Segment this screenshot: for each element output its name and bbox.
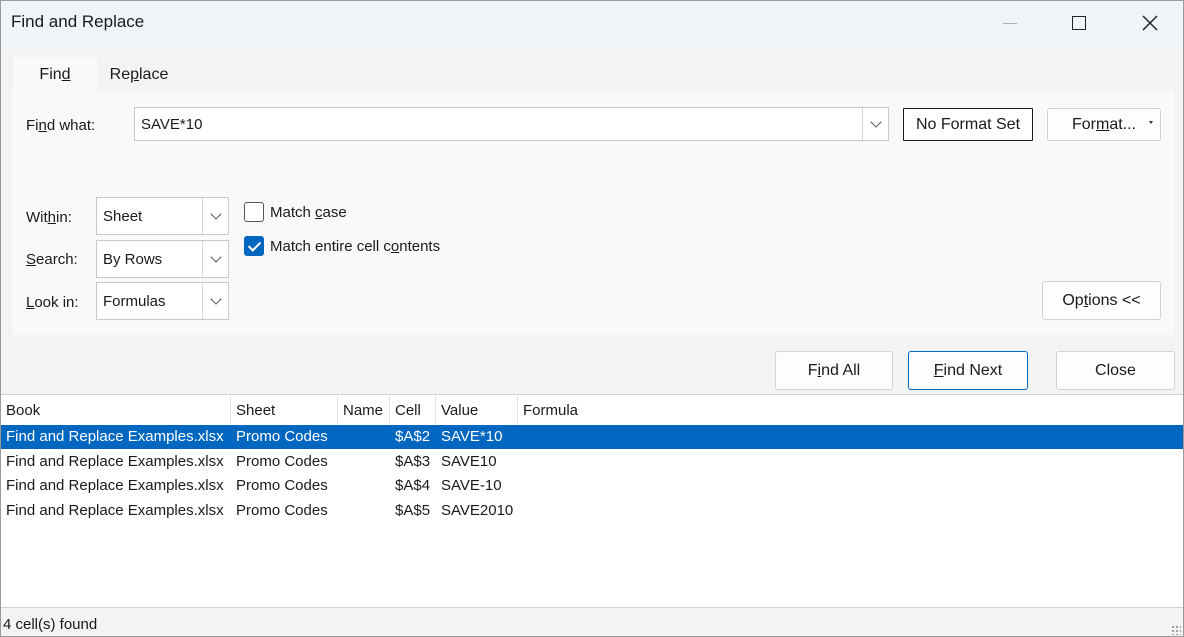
chevron-down-icon — [209, 208, 222, 220]
within-select[interactable]: Sheet — [96, 197, 229, 235]
look-in-dropdown[interactable] — [202, 283, 228, 319]
resize-grip-icon[interactable] — [1171, 625, 1181, 635]
table-row[interactable]: Find and Replace Examples.xlsx Promo Cod… — [1, 450, 1183, 474]
table-row[interactable]: Find and Replace Examples.xlsx Promo Cod… — [1, 499, 1183, 523]
minimize-icon — [1003, 22, 1017, 24]
match-entire-cell-label[interactable]: Match entire cell contents — [270, 238, 440, 255]
results-list[interactable]: Book Sheet Name Cell Value Formula Find … — [1, 394, 1183, 608]
column-header-value[interactable]: Value — [436, 395, 518, 425]
close-icon — [1142, 15, 1158, 31]
split-arrow-icon[interactable] — [1149, 121, 1153, 124]
look-in-label: Look in: — [26, 294, 79, 311]
no-format-set-button[interactable]: No Format Set — [903, 108, 1033, 141]
status-bar: 4 cell(s) found — [1, 607, 1183, 636]
cell-book: Find and Replace Examples.xlsx — [6, 453, 224, 470]
cell-address: $A$4 — [395, 477, 431, 494]
column-header-formula[interactable]: Formula — [518, 395, 638, 425]
tab-find[interactable]: Find — [13, 57, 97, 91]
cell-address: $A$5 — [395, 502, 431, 519]
status-text: 4 cell(s) found — [3, 616, 98, 633]
cell-value: SAVE-10 — [441, 477, 502, 494]
close-button[interactable]: Close — [1056, 351, 1175, 390]
chevron-down-icon — [209, 293, 222, 305]
find-what-label: Find what: — [26, 117, 96, 134]
find-all-button[interactable]: Fi nd All — [775, 351, 893, 390]
find-replace-dialog: Find and Replace Find Replace Find what:… — [0, 0, 1184, 637]
cell-sheet: Promo Codes — [236, 428, 328, 445]
table-row[interactable]: Find and Replace Examples.xlsx Promo Cod… — [1, 425, 1183, 449]
cell-book: Find and Replace Examples.xlsx — [6, 428, 224, 445]
cell-value: SAVE10 — [441, 453, 497, 470]
options-toggle-button[interactable]: Op t ions << — [1042, 281, 1161, 320]
search-dropdown[interactable] — [202, 241, 228, 277]
find-history-dropdown[interactable] — [862, 108, 888, 140]
search-label: Search: — [26, 251, 78, 268]
cell-address: $A$2 — [395, 428, 431, 445]
column-header-name[interactable]: Name — [338, 395, 390, 425]
format-button[interactable]: For m at... — [1047, 108, 1161, 141]
window-title: Find and Replace — [11, 12, 145, 31]
cell-value: SAVE*10 — [441, 428, 503, 445]
column-header-cell[interactable]: Cell — [390, 395, 436, 425]
find-next-button[interactable]: Find Next — [908, 351, 1028, 390]
table-row[interactable]: Find and Replace Examples.xlsx Promo Cod… — [1, 474, 1183, 498]
cell-value: SAVE2010 — [441, 502, 514, 519]
match-entire-cell-checkbox[interactable] — [244, 236, 264, 256]
column-header-sheet[interactable]: Sheet — [231, 395, 338, 425]
maximize-icon — [1072, 16, 1086, 30]
cell-book: Find and Replace Examples.xlsx — [6, 477, 224, 494]
search-select[interactable]: By Rows — [96, 240, 229, 278]
chevron-down-icon — [869, 116, 882, 128]
within-label: Within: — [26, 209, 72, 226]
find-what-input[interactable]: SAVE*10 — [134, 107, 889, 141]
match-case-checkbox[interactable] — [244, 202, 264, 222]
cell-book: Find and Replace Examples.xlsx — [6, 502, 224, 519]
chevron-down-icon — [209, 251, 222, 263]
cell-sheet: Promo Codes — [236, 453, 328, 470]
cell-address: $A$3 — [395, 453, 431, 470]
title-bar[interactable]: Find and Replace — [1, 1, 1183, 45]
close-window-button[interactable] — [1115, 1, 1183, 45]
maximize-button[interactable] — [1044, 1, 1114, 45]
tab-replace[interactable]: Replace — [97, 57, 181, 91]
column-header-book[interactable]: Book — [1, 395, 231, 425]
find-what-value[interactable]: SAVE*10 — [141, 116, 202, 133]
minimize-button[interactable] — [975, 1, 1045, 45]
look-in-select[interactable]: Formulas — [96, 282, 229, 320]
within-dropdown[interactable] — [202, 198, 228, 234]
match-case-label[interactable]: Match case — [270, 204, 347, 221]
cell-sheet: Promo Codes — [236, 477, 328, 494]
cell-sheet: Promo Codes — [236, 502, 328, 519]
